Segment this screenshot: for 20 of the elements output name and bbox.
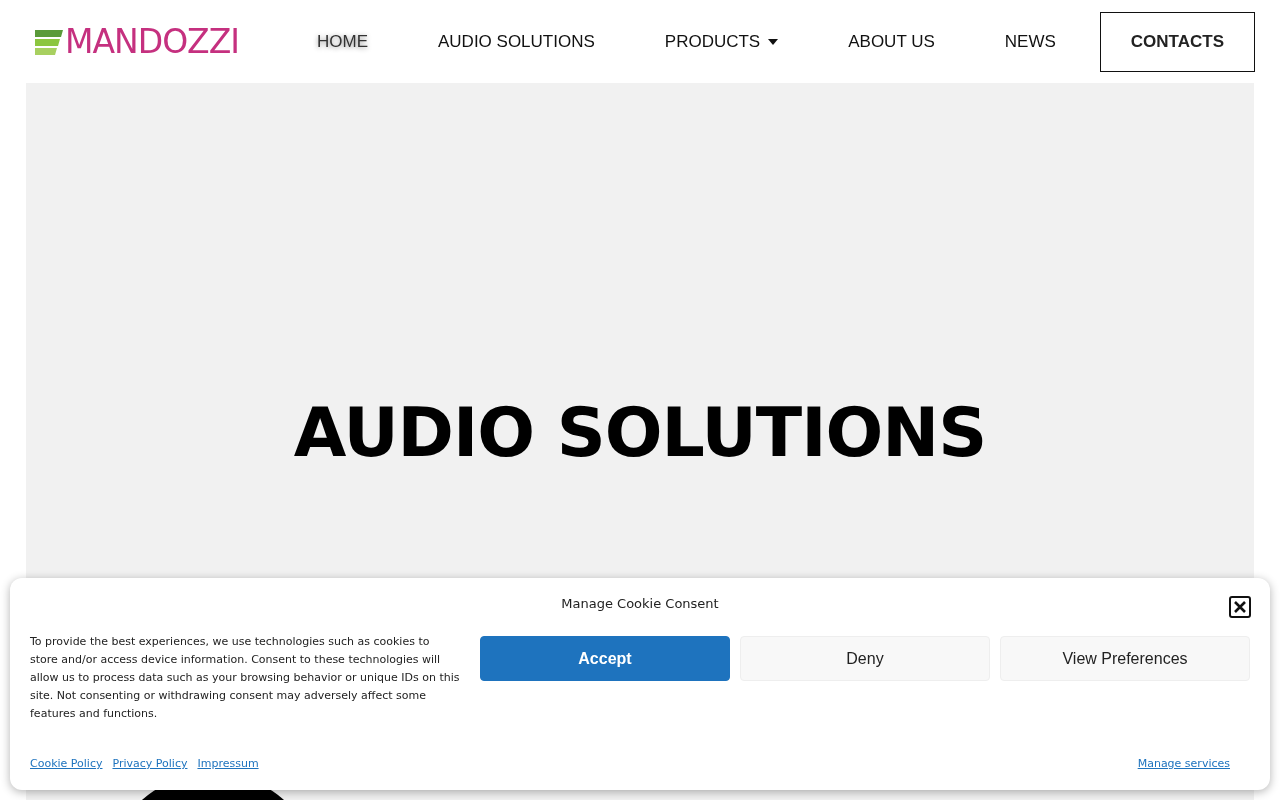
consent-text: To provide the best experiences, we use technologies such as cookies to store and/or access device information. Consent to these technologies will allow us to process data such as your browsing behavior or unique IDs on this site. Not consenting or withdrawing consent may adversely affect some features and functions. [30, 634, 460, 722]
consent-button[interactable]: Deny [740, 636, 990, 681]
manage-services-link[interactable]: Manage services [1137, 757, 1230, 770]
nav-link[interactable]: ABOUT US [848, 31, 935, 52]
logo-stripes-icon [35, 27, 63, 56]
logo[interactable]: MANDOZZI [65, 22, 240, 61]
policy-link[interactable]: Cookie Policy [30, 757, 103, 770]
accept-button[interactable]: Accept [480, 636, 730, 681]
nav-link[interactable]: AUDIO SOLUTIONS [438, 31, 595, 52]
consent-button[interactable]: View Preferences [1000, 636, 1250, 681]
nav-link[interactable]: HOME [317, 31, 368, 52]
banner-title: Manage Cookie Consent [561, 596, 719, 611]
close-button[interactable] [1229, 596, 1251, 618]
nav-link[interactable]: PRODUCTS [664, 31, 779, 52]
close-icon [1234, 601, 1246, 613]
policy-link[interactable]: Privacy Policy [112, 757, 188, 770]
nav-link[interactable]: NEWS [1004, 31, 1056, 52]
contacts-button[interactable]: CONTACTS [1099, 11, 1255, 72]
hero-title: AUDIO SOLUTIONS [293, 393, 987, 473]
policy-link[interactable]: Impressum [197, 757, 259, 770]
